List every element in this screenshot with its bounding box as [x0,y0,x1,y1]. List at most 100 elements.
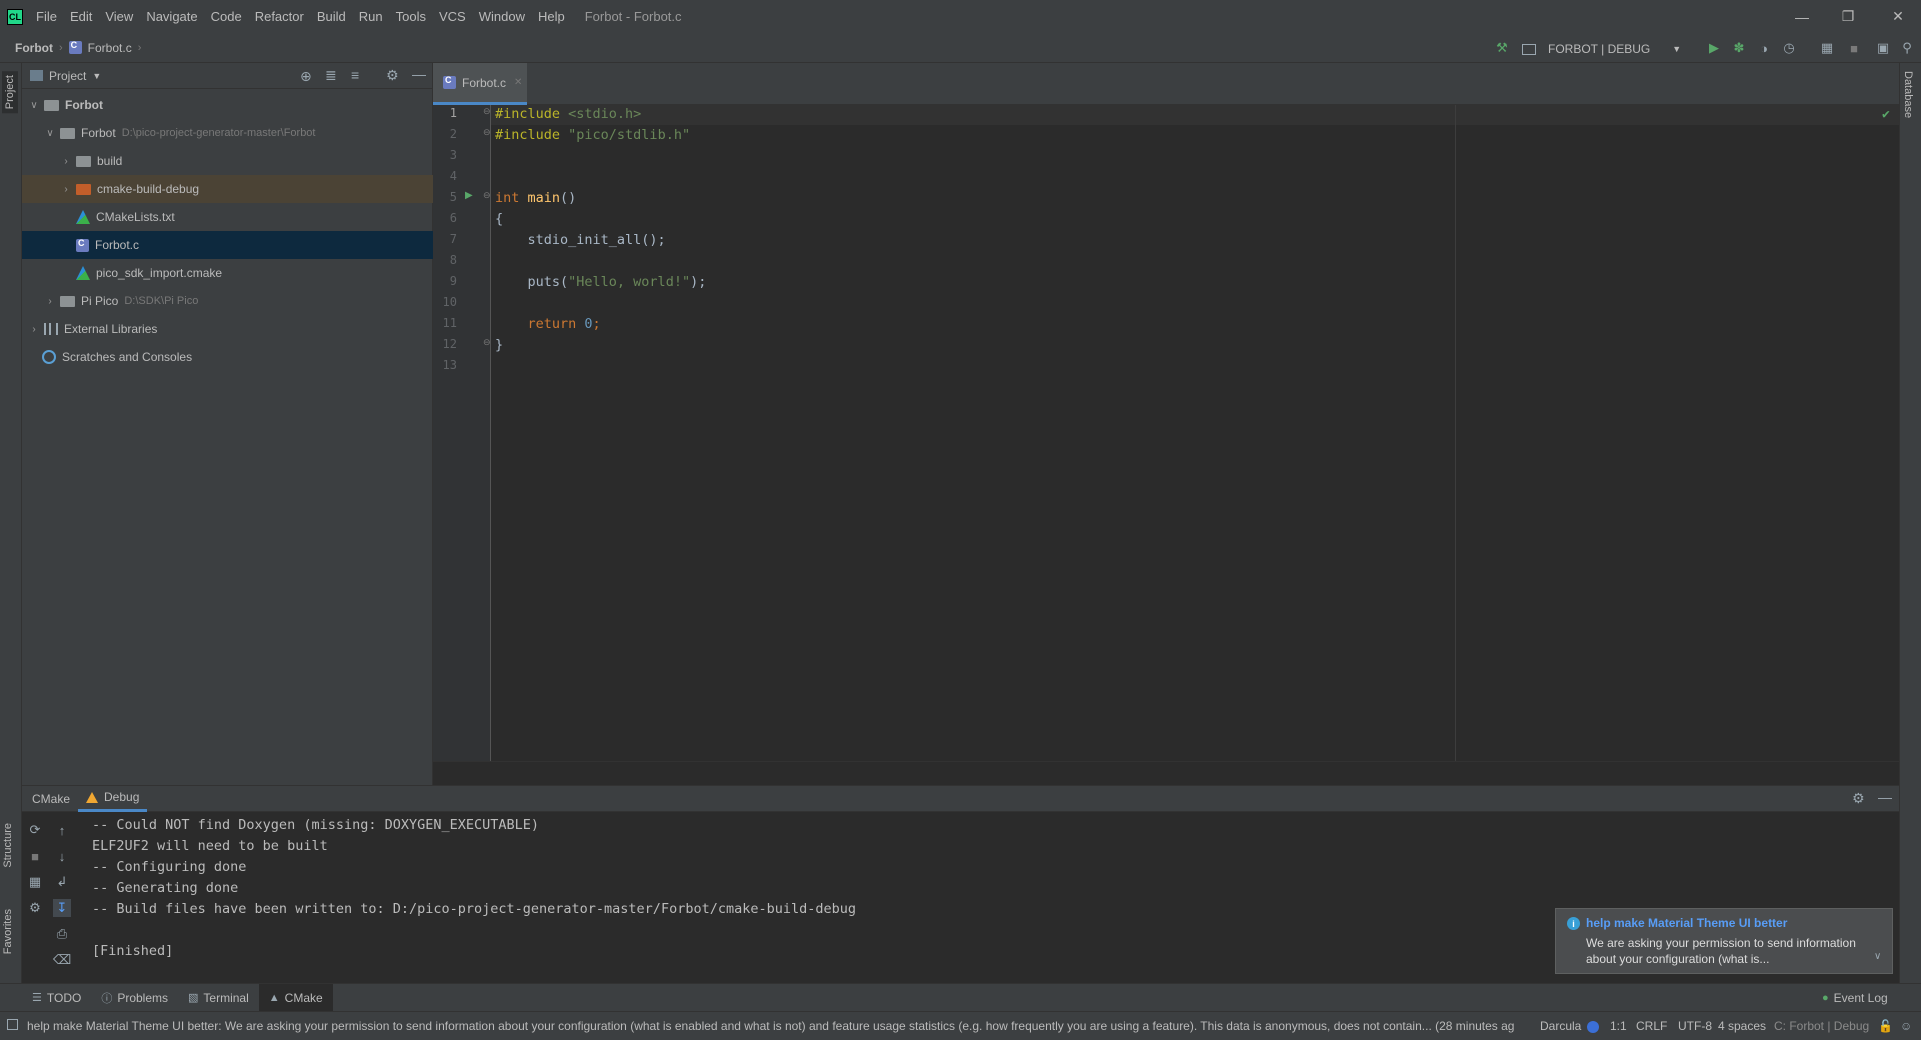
cmake-tool-button[interactable]: ▲ CMake [258,983,333,1012]
profile-icon[interactable]: ◷ [1780,39,1798,57]
info-icon: i [1567,917,1580,930]
breadcrumb-project[interactable]: Forbot [15,41,53,55]
menu-refactor[interactable]: Refactor [255,9,304,24]
locate-icon[interactable]: ⊕ [300,68,312,85]
editor-horizontal-scrollbar[interactable] [433,761,1899,785]
caret-position[interactable]: 1:1 [1610,1019,1627,1033]
tree-item-path: D:\pico-project-generator-master\Forbot [121,127,316,139]
line-separator[interactable]: CRLF [1636,1019,1667,1033]
expand-all-icon[interactable]: ≣ [325,67,337,84]
status-message[interactable]: help make Material Theme UI better: We a… [27,1019,1515,1033]
tree-item-cmake-build-debug[interactable]: › cmake-build-debug [22,175,433,203]
favorites-tool-tab[interactable]: Favorites [2,909,14,954]
line-number: 1 [449,106,457,120]
menu-view[interactable]: View [105,9,133,24]
gear-icon[interactable]: ⚙ [386,67,399,84]
scroll-to-end-icon[interactable]: ↧ [53,899,71,917]
chevron-right-icon[interactable]: › [60,184,72,195]
chevron-down-icon[interactable]: ∨ [28,100,40,111]
project-tool-tab[interactable]: Project [2,71,18,114]
menu-file[interactable]: File [36,9,57,24]
todo-tool-button[interactable]: ☰ TODO [22,984,91,1012]
tree-item-forbot-module[interactable]: ∨ Forbot D:\pico-project-generator-maste… [22,119,433,147]
fold-icon[interactable]: ⊖ [483,190,491,201]
menu-edit[interactable]: Edit [70,9,92,24]
search-icon[interactable]: ⚲ [1898,39,1916,57]
arrow-down-icon[interactable]: ↓ [53,847,71,865]
hide-panel-icon[interactable]: — [412,66,426,82]
chevron-down-icon[interactable]: ∨ [44,128,56,139]
tab-forbot-c[interactable]: Forbot.c ✕ [433,63,527,105]
chevron-right-icon[interactable]: › [28,324,40,335]
lock-icon[interactable]: 🔓 [1878,1019,1893,1033]
chevron-right-icon[interactable]: › [44,296,56,307]
theme-switcher[interactable]: Darcula [1540,1019,1581,1033]
run-configuration-selector[interactable]: FORBOT | DEBUG ▼ [1522,38,1690,60]
hide-panel-icon[interactable]: — [1878,789,1892,805]
menu-tools[interactable]: Tools [396,9,426,24]
resolve-context[interactable]: C: Forbot | Debug [1774,1019,1869,1033]
fold-icon[interactable]: ⊖ [483,106,491,117]
menu-code[interactable]: Code [211,9,242,24]
print-icon[interactable]: ⎙ [53,925,71,943]
database-tool-tab[interactable]: Database [1902,71,1914,118]
project-view-selector[interactable]: Project [49,69,86,83]
tree-item-external-libraries[interactable]: › External Libraries [22,315,433,343]
cmake-settings-icon[interactable]: ▦ [26,873,44,891]
structure-tool-tab[interactable]: Structure [2,823,14,868]
inspector-icon[interactable]: ☺ [1900,1019,1912,1033]
attach-icon[interactable]: ▦ [1818,39,1836,57]
tab-cmake[interactable]: CMake [24,786,78,812]
indent-setting[interactable]: 4 spaces [1718,1019,1766,1033]
stop-icon[interactable]: ■ [26,847,44,865]
gear-icon[interactable]: ⚙ [1852,790,1865,807]
collapse-all-icon[interactable]: ≡ [351,67,359,83]
file-encoding[interactable]: UTF-8 [1678,1019,1712,1033]
gear-icon[interactable]: ⚙ [26,899,44,917]
fold-icon[interactable]: ⊖ [483,337,491,348]
problems-tool-button[interactable]: ⓘ Problems [91,984,178,1012]
terminal-tool-button[interactable]: ▧ Terminal [178,984,259,1012]
arrow-up-icon[interactable]: ↑ [53,821,71,839]
notification-balloon[interactable]: i help make Material Theme UI better We … [1555,908,1893,974]
tree-item-pi-pico[interactable]: › Pi Pico D:\SDK\Pi Pico [22,287,433,315]
run-gutter-icon[interactable]: ▶ [465,190,473,201]
soft-wrap-icon[interactable]: ↲ [53,873,71,891]
event-log-tool-button[interactable]: ● Event Log [1812,984,1898,1012]
fold-icon[interactable]: ⊖ [483,127,491,138]
close-window-button[interactable]: ✕ [1875,0,1921,33]
menu-run[interactable]: Run [359,9,383,24]
menu-help[interactable]: Help [538,9,565,24]
tree-item-cmakelists[interactable]: CMakeLists.txt [22,203,433,231]
stop-icon[interactable]: ■ [1845,39,1863,57]
debug-bug-icon[interactable]: ✽ [1730,39,1748,57]
menu-vcs[interactable]: VCS [439,9,466,24]
status-bar: help make Material Theme UI better: We a… [0,1011,1921,1040]
run-icon[interactable]: ▶ [1705,39,1723,57]
menu-navigate[interactable]: Navigate [146,9,197,24]
notification-title[interactable]: help make Material Theme UI better [1586,916,1787,930]
close-icon[interactable]: ✕ [514,77,522,88]
reload-icon[interactable]: ⟳ [26,821,44,839]
code-editor[interactable]: #include <stdio.h> #include "pico/stdlib… [491,105,1899,761]
build-hammer-icon[interactable]: ⚒ [1493,39,1511,57]
tree-item-build[interactable]: › build [22,147,433,175]
tab-debug[interactable]: Debug [78,786,148,812]
chevron-down-icon[interactable]: ∨ [1874,951,1881,962]
breadcrumb-file[interactable]: Forbot.c [88,41,132,55]
toggle-tool-windows-icon[interactable] [7,1019,18,1030]
tree-item-forbot-c[interactable]: Forbot.c [22,231,433,259]
restore-button[interactable]: ❐ [1825,0,1871,33]
coverage-icon[interactable]: ◑ [1755,39,1773,57]
trash-icon[interactable]: ⌫ [53,951,71,969]
tree-item-pico-sdk-import[interactable]: pico_sdk_import.cmake [22,259,433,287]
chevron-down-icon[interactable]: ▼ [92,71,101,81]
tree-item-forbot-root[interactable]: ∨ Forbot [22,91,433,119]
minimize-button[interactable]: — [1779,0,1825,33]
menu-build[interactable]: Build [317,9,346,24]
chevron-right-icon[interactable]: › [60,156,72,167]
menu-window[interactable]: Window [479,9,525,24]
tree-item-label: pico_sdk_import.cmake [96,266,223,280]
layout-icon[interactable]: ▣ [1874,39,1892,57]
tree-item-scratches[interactable]: Scratches and Consoles [22,343,433,371]
